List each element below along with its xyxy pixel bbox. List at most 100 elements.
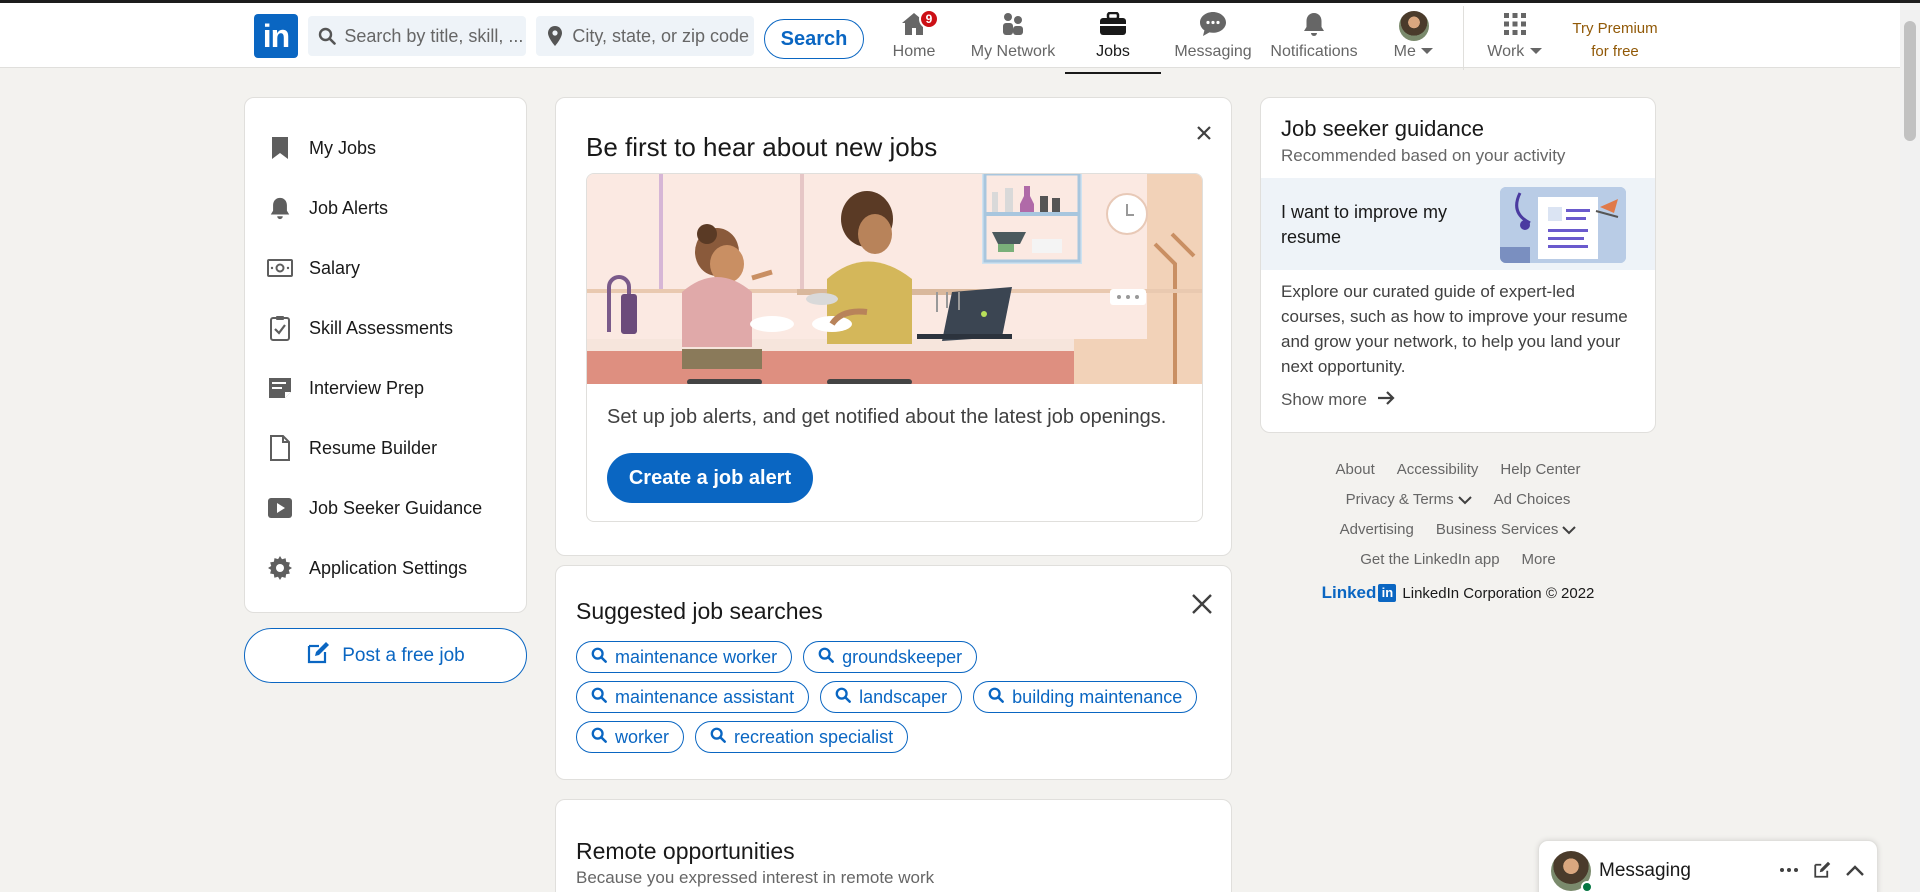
bell-icon	[267, 195, 293, 221]
linkedin-wordmark: Linked in	[1322, 583, 1397, 603]
sidebar-item-job-alerts[interactable]: Job Alerts	[245, 178, 526, 238]
linkedin-wordmark-text: Linked	[1321, 583, 1377, 602]
suggested-search-label: worker	[615, 726, 670, 747]
search-button[interactable]: Search	[764, 19, 864, 59]
sidebar-item-label: Application Settings	[309, 557, 468, 578]
footer-link-privacy-terms[interactable]: Privacy & Terms	[1346, 485, 1472, 515]
briefcase-icon	[1099, 11, 1127, 41]
sidebar-item-my-jobs[interactable]: My Jobs	[245, 118, 526, 178]
suggested-search-pill[interactable]: landscaper	[820, 681, 963, 713]
chevron-up-icon[interactable]	[1842, 857, 1868, 883]
chevron-down-icon	[1457, 495, 1472, 505]
page-footer: About Accessibility Help Center Privacy …	[1260, 455, 1656, 603]
copyright-text: LinkedIn Corporation © 2022	[1402, 584, 1595, 602]
play-icon	[267, 495, 293, 521]
create-job-alert-button[interactable]: Create a job alert	[607, 453, 813, 503]
location-search-input[interactable]	[572, 25, 754, 47]
location-pin-icon	[546, 26, 564, 46]
messaging-overlay-label: Messaging	[1599, 860, 1691, 881]
post-free-job-label: Post a free job	[342, 644, 465, 666]
online-status-indicator	[1581, 881, 1593, 892]
show-more-link[interactable]: Show more	[1281, 390, 1395, 410]
premium-line-2: for free	[1591, 43, 1639, 60]
copyright: Linked in LinkedIn Corporation © 2022	[1260, 583, 1656, 603]
nav-divider	[1463, 6, 1464, 70]
footer-link-advertising[interactable]: Advertising	[1340, 515, 1414, 545]
sidebar-item-job-seeker-guidance[interactable]: Job Seeker Guidance	[245, 478, 526, 538]
suggested-search-pill[interactable]: recreation specialist	[695, 721, 909, 753]
sidebar-item-label: Job Alerts	[309, 197, 389, 218]
search-icon	[988, 687, 1005, 708]
nav-me-label-wrap: Me	[1394, 43, 1435, 61]
compose-icon[interactable]	[1809, 857, 1835, 883]
edit-icon	[306, 641, 330, 671]
nav-messaging[interactable]: Messaging	[1173, 11, 1253, 69]
linkedin-logo[interactable]: in	[254, 14, 298, 58]
top-navigation-bar: in Search 9 Home My Network	[0, 0, 1920, 74]
try-premium-link[interactable]: Try Premium for free	[1560, 17, 1670, 63]
remote-opportunities-title: Remote opportunities	[576, 838, 795, 864]
nav-me[interactable]: Me	[1390, 11, 1438, 69]
sidebar-item-salary[interactable]: Salary	[245, 238, 526, 298]
footer-link-help-center[interactable]: Help Center	[1500, 455, 1580, 485]
suggested-searches-list: maintenance worker groundskeeper mainten…	[576, 641, 1216, 753]
chevron-down-icon	[1420, 43, 1434, 60]
nav-notifications[interactable]: Notifications	[1270, 11, 1358, 69]
location-search-box	[536, 16, 754, 56]
scrollbar-thumb[interactable]	[1904, 21, 1916, 141]
suggested-search-label: maintenance assistant	[615, 686, 795, 707]
remote-opportunities-subtitle: Because you expressed interest in remote…	[576, 868, 935, 887]
nav-notifications-label: Notifications	[1270, 43, 1358, 60]
sidebar-item-interview-prep[interactable]: Interview Prep	[245, 358, 526, 418]
nav-my-network[interactable]: My Network	[970, 11, 1056, 69]
sidebar-item-label: Interview Prep	[309, 377, 425, 398]
nav-work[interactable]: Work	[1485, 11, 1545, 69]
suggested-search-pill[interactable]: worker	[576, 721, 685, 753]
close-icon[interactable]	[1190, 119, 1218, 147]
footer-link-ad-choices[interactable]: Ad Choices	[1494, 485, 1571, 515]
page-scrollbar[interactable]	[1900, 3, 1920, 892]
sidebar-item-label: Skill Assessments	[309, 317, 454, 338]
search-icon	[591, 687, 607, 708]
notepad-icon	[267, 375, 293, 401]
footer-link-accessibility[interactable]: Accessibility	[1397, 455, 1479, 485]
footer-link-label: Privacy & Terms	[1345, 491, 1454, 508]
more-options-icon[interactable]	[1776, 857, 1802, 883]
arrow-right-icon	[1377, 390, 1395, 410]
jobs-sidebar: My Jobs Job Alerts Salary Skill Assessme…	[244, 97, 527, 613]
messaging-overlay[interactable]: Messaging	[1538, 840, 1878, 892]
nav-my-network-label: My Network	[970, 43, 1056, 60]
suggested-job-searches-card: Suggested job searches maintenance worke…	[555, 565, 1232, 780]
guidance-description: Explore our curated guide of expert-led …	[1281, 282, 1628, 376]
nav-me-label: Me	[1393, 43, 1416, 60]
footer-link-about[interactable]: About	[1336, 455, 1375, 485]
sidebar-item-skill-assessments[interactable]: Skill Assessments	[245, 298, 526, 358]
guidance-topic-link[interactable]: I want to improve my resume	[1261, 178, 1655, 270]
keyword-search-input[interactable]	[344, 25, 526, 47]
job-alert-illustration	[587, 174, 1202, 384]
suggested-search-pill[interactable]: groundskeeper	[803, 641, 978, 673]
resume-illustration	[1500, 187, 1626, 263]
footer-link-label: Business Services	[1435, 521, 1559, 538]
search-icon	[818, 647, 835, 668]
job-alert-title: Be first to hear about new jobs	[586, 132, 938, 162]
post-free-job-button[interactable]: Post a free job	[244, 628, 527, 683]
sidebar-item-label: Job Seeker Guidance	[309, 497, 483, 518]
grid-icon	[1503, 12, 1527, 41]
nav-home[interactable]: 9 Home	[890, 9, 939, 69]
footer-link-business-services[interactable]: Business Services	[1436, 515, 1577, 545]
suggested-search-pill[interactable]: building maintenance	[973, 681, 1198, 713]
nav-jobs[interactable]: Jobs	[1065, 11, 1161, 74]
search-icon	[710, 727, 726, 748]
sidebar-item-application-settings[interactable]: Application Settings	[245, 538, 526, 598]
suggested-search-pill[interactable]: maintenance assistant	[576, 681, 810, 713]
footer-link-more[interactable]: More	[1522, 545, 1556, 575]
show-more-label: Show more	[1281, 390, 1367, 409]
notification-badge: 9	[919, 9, 939, 29]
sidebar-item-resume-builder[interactable]: Resume Builder	[245, 418, 526, 478]
guidance-title: Job seeker guidance	[1281, 116, 1485, 141]
suggested-search-pill[interactable]: maintenance worker	[576, 641, 793, 673]
close-icon[interactable]	[1188, 590, 1216, 618]
footer-link-get-app[interactable]: Get the LinkedIn app	[1360, 545, 1499, 575]
bell-icon	[1301, 11, 1327, 42]
